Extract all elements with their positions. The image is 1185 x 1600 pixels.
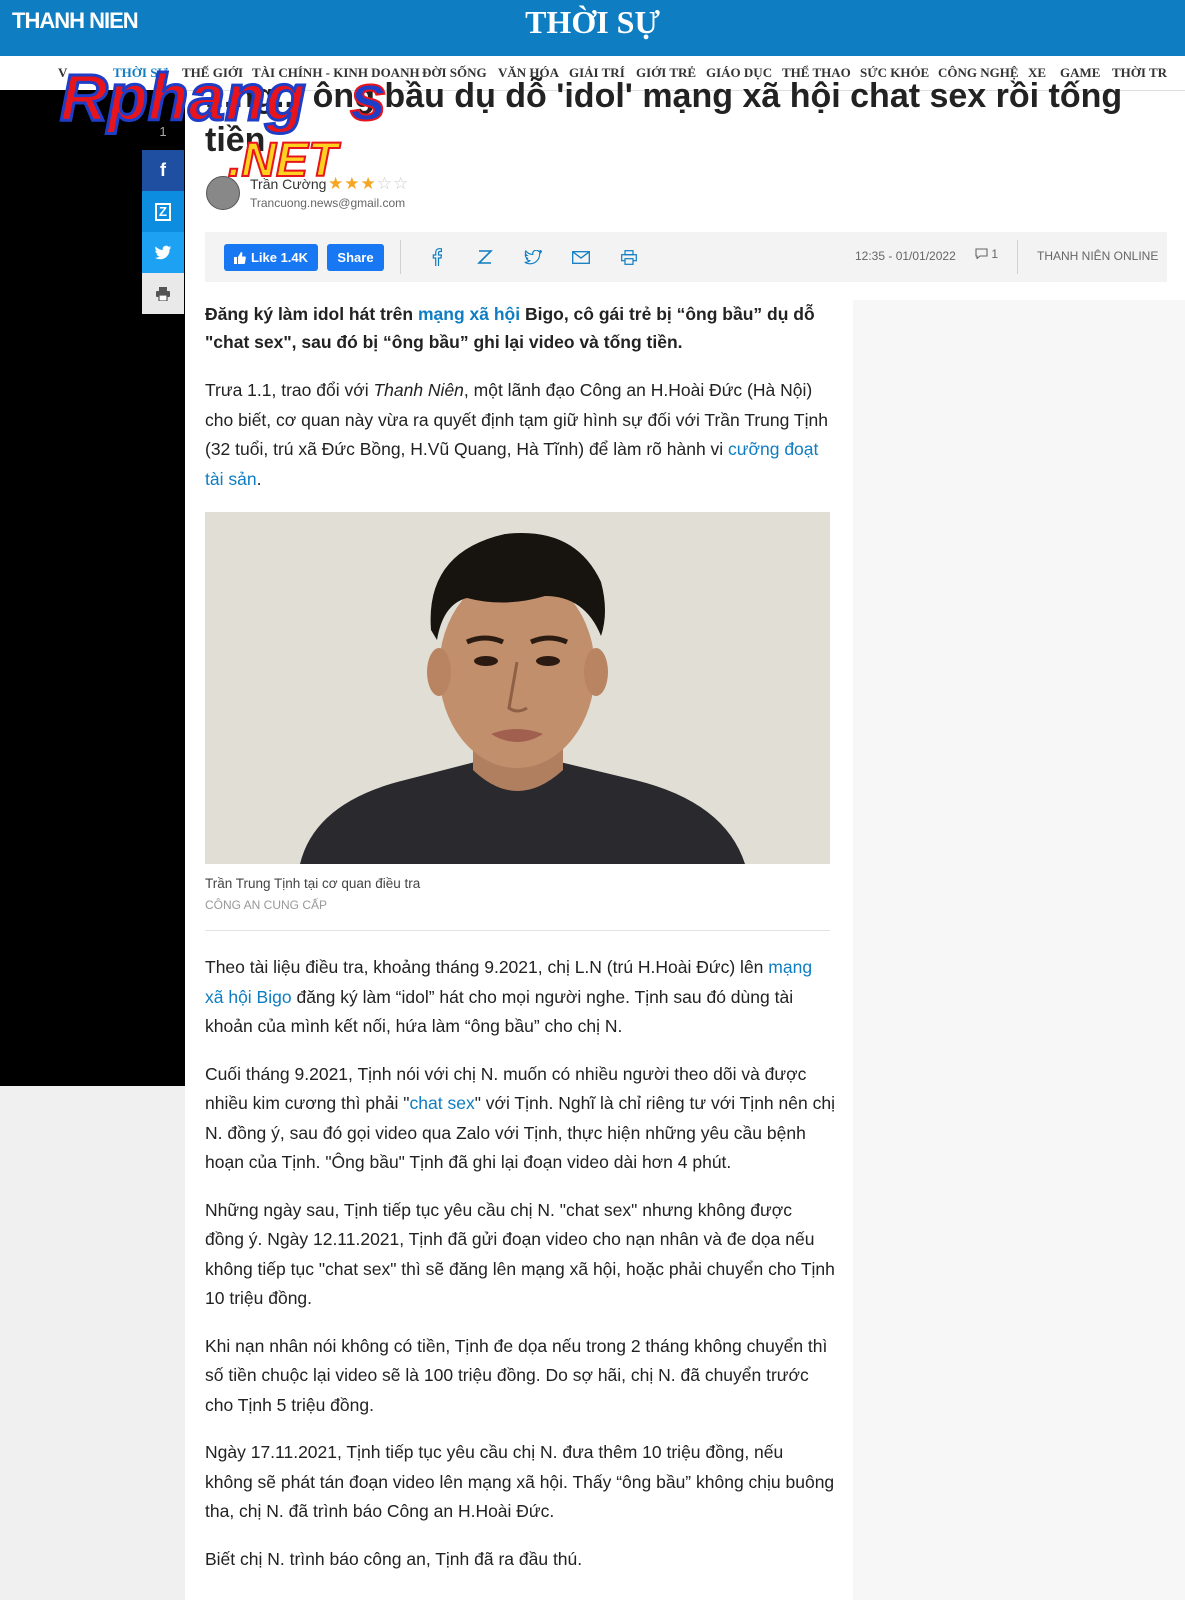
twitter-icon[interactable] bbox=[519, 244, 547, 270]
article-lead: Đăng ký làm idol hát trên mạng xã hội Bi… bbox=[205, 300, 835, 356]
article-photo-figure: Trần Trung Tịnh tại cơ quan điều tra CÔN… bbox=[205, 512, 835, 912]
twitter-share-button[interactable] bbox=[142, 232, 184, 273]
mail-icon[interactable] bbox=[567, 244, 595, 270]
paragraph-4: Những ngày sau, Tịnh tiếp tục yêu cầu ch… bbox=[205, 1199, 835, 1309]
photo-caption: Trần Trung Tịnh tại cơ quan điều tra bbox=[205, 876, 421, 891]
paragraph-7: Biết chị N. trình báo công an, Tịnh đã r… bbox=[205, 1548, 583, 1569]
zalo-share-button[interactable]: Z bbox=[142, 191, 184, 232]
article-source: THANH NIÊN ONLINE bbox=[1037, 249, 1159, 263]
thumbs-up-icon bbox=[233, 251, 246, 264]
photo-credit: CÔNG AN CUNG CẤP bbox=[205, 898, 328, 912]
comment-count[interactable]: 1 bbox=[975, 247, 998, 261]
paragraph-5: Khi nạn nhân nói không có tiền, Tịnh đe … bbox=[205, 1335, 828, 1415]
paragraph-text: đăng ký làm “idol” hát cho mọi người ngh… bbox=[205, 986, 794, 1037]
watermark-text: Rphang bbox=[60, 60, 306, 134]
caption-divider bbox=[205, 930, 830, 931]
article-toolbar: Like 1.4K Share 12:35 - 01/01/2022 1 THA… bbox=[205, 232, 1167, 282]
paragraph-link[interactable]: chat sex bbox=[410, 1093, 475, 1113]
publish-datetime: 12:35 - 01/01/2022 bbox=[855, 249, 956, 263]
facebook-icon[interactable] bbox=[423, 244, 451, 270]
twitter-icon bbox=[154, 245, 172, 259]
author-email[interactable]: Trancuong.news@gmail.com bbox=[250, 196, 405, 210]
watermark-logo: Rphang s .NET bbox=[59, 59, 388, 189]
left-background-lower bbox=[0, 1086, 185, 1600]
facebook-share-button[interactable]: Share bbox=[327, 244, 384, 271]
lead-link[interactable]: mạng xã hội bbox=[418, 304, 520, 324]
paragraph-3: Cuối tháng 9.2021, Tịnh nói với chị N. m… bbox=[205, 1060, 835, 1178]
zalo-icon: Z bbox=[155, 202, 171, 221]
newspaper-name: Thanh Niên bbox=[373, 380, 464, 400]
watermark-net: .NET bbox=[228, 134, 341, 187]
section-title[interactable]: THỜI SỰ bbox=[0, 4, 1185, 41]
toolbar-divider bbox=[1017, 240, 1018, 274]
comment-count-value: 1 bbox=[991, 247, 999, 261]
article-body: Đăng ký làm idol hát trên mạng xã hội Bi… bbox=[205, 300, 835, 1592]
lead-text: Đăng ký làm idol hát trên bbox=[205, 304, 418, 324]
paragraph-text: . bbox=[256, 468, 262, 489]
watermark-text-s: s bbox=[350, 60, 387, 134]
paragraph-2: Theo tài liệu điều tra, khoảng tháng 9.2… bbox=[205, 953, 835, 1042]
zalo-icon[interactable] bbox=[471, 244, 499, 270]
print-icon bbox=[156, 286, 170, 301]
suspect-photo[interactable] bbox=[205, 512, 830, 864]
toolbar-divider bbox=[400, 240, 401, 274]
paragraph-1: Trưa 1.1, trao đổi với Thanh Niên, một l… bbox=[205, 376, 835, 494]
right-sidebar bbox=[853, 300, 1185, 1600]
paragraph-text: Theo tài liệu điều tra, khoảng tháng 9.2… bbox=[205, 957, 769, 977]
site-header: THANH NIEN THỜI SỰ bbox=[0, 0, 1185, 56]
print-icon[interactable] bbox=[615, 244, 643, 270]
like-label: Like 1.4K bbox=[250, 250, 309, 265]
comment-icon bbox=[975, 248, 988, 260]
print-button[interactable] bbox=[142, 273, 184, 314]
paragraph-6: Ngày 17.11.2021, Tịnh tiếp tục yêu cầu c… bbox=[205, 1442, 835, 1521]
paragraph-text: Trưa 1.1, trao đổi với bbox=[205, 380, 374, 400]
facebook-like-button[interactable]: Like 1.4K bbox=[224, 244, 318, 271]
